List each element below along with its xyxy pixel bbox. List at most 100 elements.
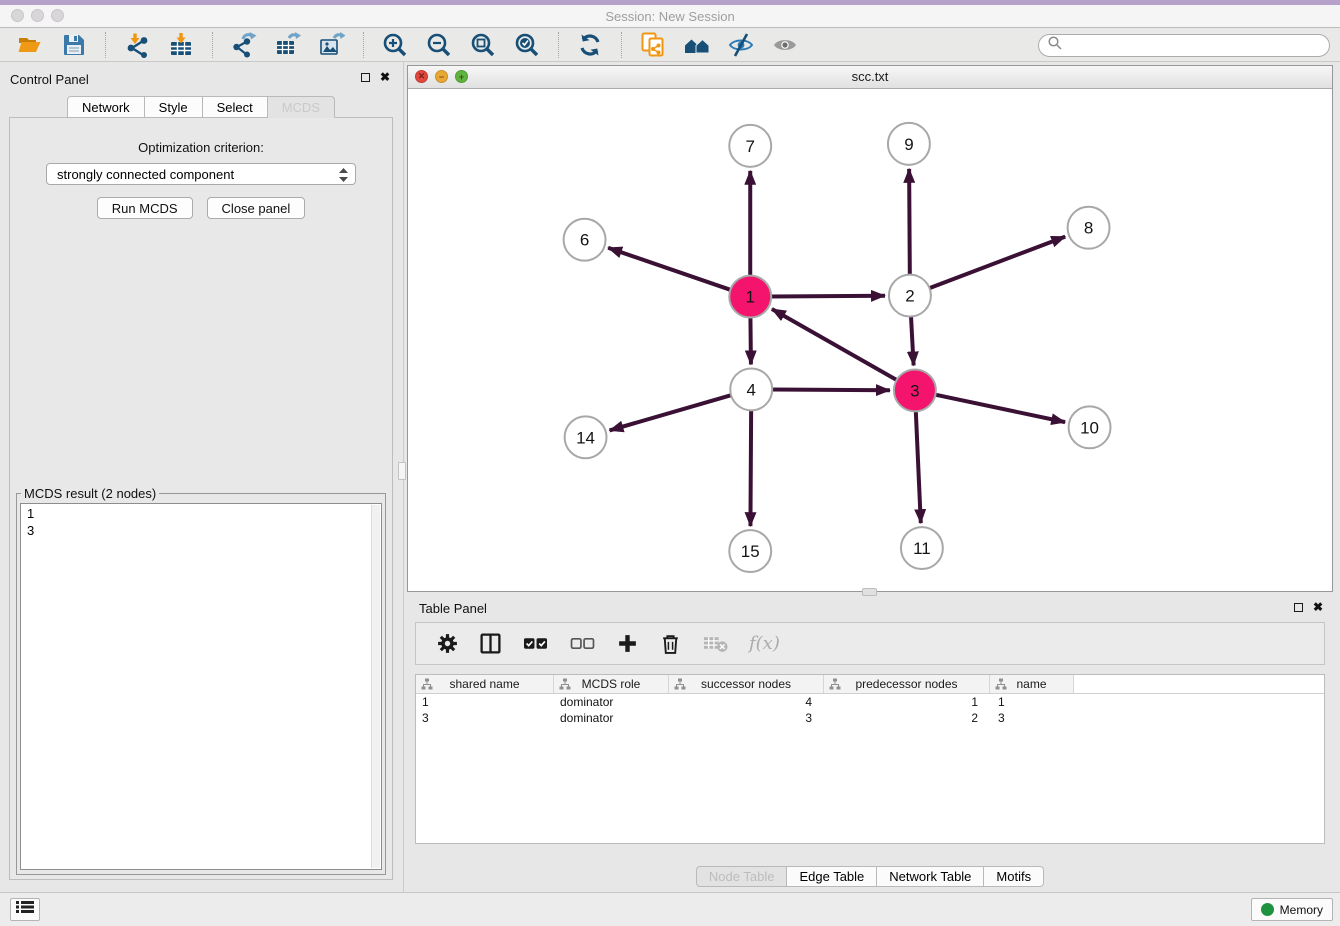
folder-open-icon[interactable] <box>17 32 43 58</box>
trash-icon[interactable] <box>659 632 682 655</box>
network-canvas[interactable]: 7 9 6 8 1 2 4 3 14 10 15 11 <box>408 89 1332 591</box>
node-4[interactable]: 4 <box>730 368 772 410</box>
window-title: Session: New Session <box>0 9 1340 24</box>
tab-style[interactable]: Style <box>145 96 203 118</box>
cell-name[interactable]: 1 <box>990 695 1074 709</box>
network-graph[interactable]: 7 9 6 8 1 2 4 3 14 10 15 11 <box>408 89 1332 591</box>
import-network-icon[interactable] <box>124 32 150 58</box>
table-row[interactable]: 1dominator411 <box>416 694 1324 710</box>
tab-motifs[interactable]: Motifs <box>984 866 1044 887</box>
search-input[interactable] <box>1063 37 1329 55</box>
node-label: 7 <box>746 137 755 156</box>
cell-predecessor-nodes[interactable]: 1 <box>824 695 990 709</box>
float-panel-icon[interactable] <box>1294 603 1303 612</box>
node-2[interactable]: 2 <box>889 275 931 317</box>
zoom-in-icon[interactable] <box>382 32 408 58</box>
cell-shared-name[interactable]: 3 <box>416 711 554 725</box>
node-8[interactable]: 8 <box>1068 207 1110 249</box>
edge-3-1[interactable] <box>772 309 897 380</box>
vertical-splitter-handle[interactable] <box>398 462 406 480</box>
column-header-mcds-role[interactable]: MCDS role <box>554 675 669 693</box>
eye-slash-icon[interactable] <box>728 32 754 58</box>
cell-name[interactable]: 3 <box>990 711 1074 725</box>
node-label: 8 <box>1084 219 1093 238</box>
node-10[interactable]: 10 <box>1069 406 1111 448</box>
clone-network-icon[interactable] <box>640 32 666 58</box>
cell-mcds-role[interactable]: dominator <box>554 695 669 709</box>
column-header-successor-nodes[interactable]: successor nodes <box>669 675 824 693</box>
edge-3-11[interactable] <box>916 411 921 523</box>
node-table: shared nameMCDS rolesuccessor nodesprede… <box>415 674 1325 844</box>
edge-2-9[interactable] <box>909 169 910 275</box>
network-window-title: scc.txt <box>408 66 1332 88</box>
status-bar: Memory <box>0 892 1340 926</box>
function-builder-icon: f(x) <box>749 633 780 654</box>
edge-2-3[interactable] <box>911 317 914 366</box>
search-box[interactable] <box>1038 34 1330 57</box>
tab-select[interactable]: Select <box>203 96 268 118</box>
optimization-criterion-select[interactable]: strongly connected component <box>46 163 356 185</box>
cell-predecessor-nodes[interactable]: 2 <box>824 711 990 725</box>
edge-1-6[interactable] <box>608 248 730 290</box>
deselect-all-checkboxes-icon[interactable] <box>569 632 596 655</box>
node-1[interactable]: 1 <box>729 276 771 318</box>
horizontal-splitter-handle[interactable] <box>862 588 877 596</box>
select-all-checkboxes-icon[interactable] <box>522 632 549 655</box>
column-header-name[interactable]: name <box>990 675 1074 693</box>
refresh-icon[interactable] <box>577 32 603 58</box>
node-6[interactable]: 6 <box>564 219 606 261</box>
tab-edge-table[interactable]: Edge Table <box>787 866 877 887</box>
zoom-fit-icon[interactable] <box>470 32 496 58</box>
memory-button[interactable]: Memory <box>1251 898 1333 921</box>
tab-node-table[interactable]: Node Table <box>696 866 788 887</box>
zoom-selected-icon[interactable] <box>514 32 540 58</box>
edge-4-3[interactable] <box>772 390 890 391</box>
node-7[interactable]: 7 <box>729 125 771 167</box>
result-scrollbar[interactable] <box>371 505 380 868</box>
import-table-icon[interactable] <box>168 32 194 58</box>
cell-mcds-role[interactable]: dominator <box>554 711 669 725</box>
split-view-icon[interactable] <box>479 632 502 655</box>
cell-shared-name[interactable]: 1 <box>416 695 554 709</box>
toolbar-separator <box>621 32 622 58</box>
node-14[interactable]: 14 <box>565 416 607 458</box>
chevron-updown-icon <box>339 168 348 185</box>
export-image-icon[interactable] <box>319 32 345 58</box>
node-11[interactable]: 11 <box>901 527 943 569</box>
close-panel-icon[interactable] <box>380 71 390 83</box>
home-icon[interactable] <box>684 32 710 58</box>
cell-successor-nodes[interactable]: 3 <box>669 711 824 725</box>
edge-4-14[interactable] <box>610 395 732 430</box>
mcds-result-text[interactable]: 13 <box>20 503 382 870</box>
edge-4-15[interactable] <box>750 410 751 526</box>
task-history-button[interactable] <box>10 898 40 921</box>
run-mcds-button[interactable]: Run MCDS <box>97 197 193 219</box>
close-panel-button[interactable]: Close panel <box>207 197 306 219</box>
close-panel-icon[interactable] <box>1313 601 1323 613</box>
eye-icon[interactable] <box>772 32 798 58</box>
tab-mcds[interactable]: MCDS <box>268 96 335 118</box>
save-icon[interactable] <box>61 32 87 58</box>
tab-network-table[interactable]: Network Table <box>877 866 984 887</box>
gear-icon[interactable] <box>436 632 459 655</box>
node-15[interactable]: 15 <box>729 530 771 572</box>
edge-2-8[interactable] <box>929 237 1065 288</box>
tab-network[interactable]: Network <box>67 96 145 118</box>
network-maximize-button[interactable]: + <box>455 70 468 83</box>
add-icon[interactable] <box>616 632 639 655</box>
export-table-icon[interactable] <box>275 32 301 58</box>
export-network-icon[interactable] <box>231 32 257 58</box>
edge-1-2[interactable] <box>771 296 885 297</box>
float-panel-icon[interactable] <box>361 73 370 82</box>
cell-successor-nodes[interactable]: 4 <box>669 695 824 709</box>
node-3[interactable]: 3 <box>894 369 936 411</box>
network-close-button[interactable]: ✕ <box>415 70 428 83</box>
column-header-shared-name[interactable]: shared name <box>416 675 554 693</box>
zoom-out-icon[interactable] <box>426 32 452 58</box>
delete-table-icon <box>702 632 729 655</box>
edge-3-10[interactable] <box>935 395 1065 422</box>
column-header-predecessor-nodes[interactable]: predecessor nodes <box>824 675 990 693</box>
node-9[interactable]: 9 <box>888 123 930 165</box>
network-minimize-button[interactable]: − <box>435 70 448 83</box>
table-row[interactable]: 3dominator323 <box>416 710 1324 726</box>
